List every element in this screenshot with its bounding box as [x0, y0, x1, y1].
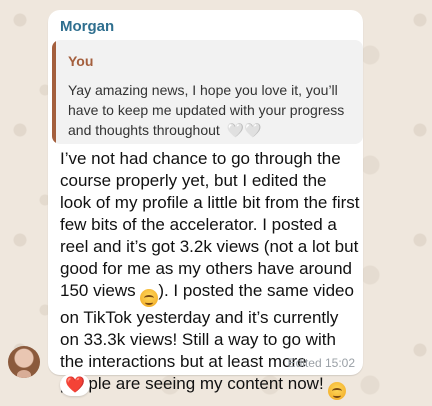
shy-emoji: 🤭 [328, 382, 347, 400]
edited-label: Edited [287, 356, 322, 370]
message-bubble[interactable]: Morgan You Yay amazing news, I hope you … [48, 10, 363, 400]
quoted-author: You [68, 53, 94, 69]
message-meta: Edited 15:02 [288, 356, 355, 370]
message-time: 15:02 [324, 356, 355, 370]
laughing-emoji: 😆 [140, 289, 159, 307]
quoted-reply[interactable]: You Yay amazing news, I hope you love it… [52, 40, 363, 144]
message-text-part-1: I’ve not had chance to go through the co… [60, 149, 360, 300]
sender-name[interactable]: Morgan [60, 18, 114, 35]
reaction-badge[interactable]: ❤️ [60, 374, 90, 396]
quoted-text: Yay amazing news, I hope you love it, yo… [68, 80, 353, 140]
quoted-message-text: Yay amazing news, I hope you love it, yo… [68, 82, 345, 138]
white-heart-emoji: 🤍🤍 [226, 122, 262, 138]
quote-accent-bar [52, 40, 56, 144]
sender-avatar[interactable] [8, 346, 40, 378]
heart-icon: ❤️ [65, 377, 85, 394]
